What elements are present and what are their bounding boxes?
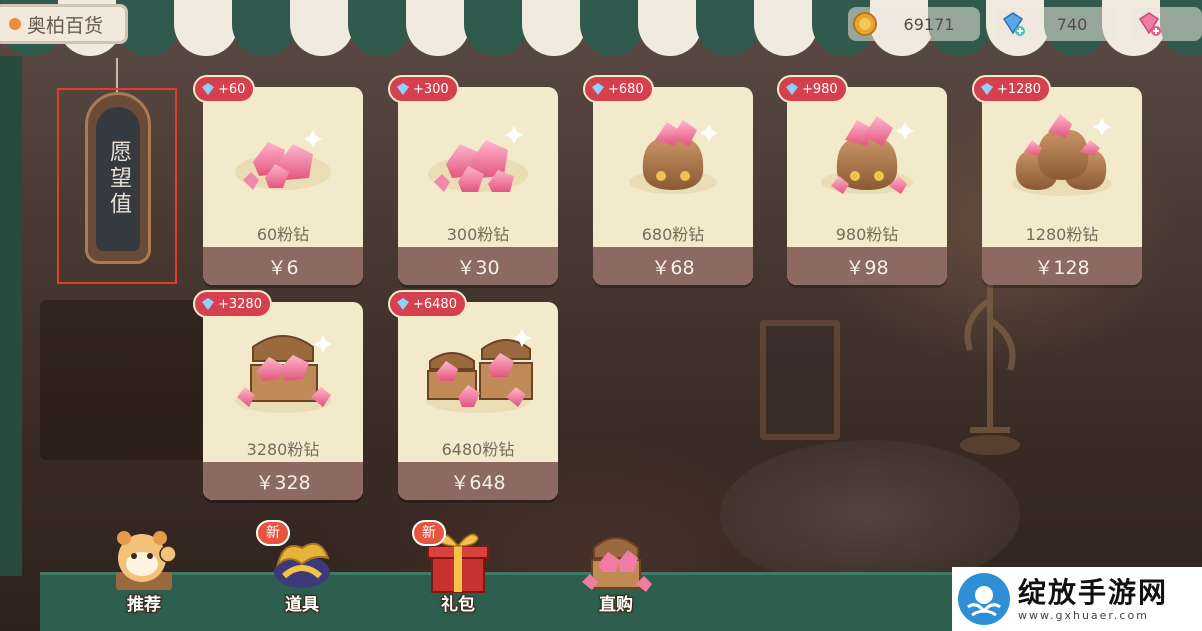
gem-bag-icon [593,87,753,217]
bonus-badge: +1280 [972,75,1051,103]
bonus-amount: +980 [802,81,838,97]
product-card-1280[interactable]: +1280 1280粉钻 ￥128 [972,75,1142,285]
watermark-logo-icon [958,573,1010,625]
price-button[interactable]: ￥128 [982,247,1142,285]
product-card-60[interactable]: +60 60粉钻 ￥6 [193,75,363,285]
product-name: 1280粉钻 [1025,225,1099,244]
bonus-amount: +680 [608,81,644,97]
store-name-tag: 奥柏百货 [0,4,128,44]
gem-chests-icon [398,302,558,432]
product-name: 3280粉钻 [246,440,320,459]
hamster-mascot-icon [104,520,184,600]
site-watermark: 绽放手游网 www.gxhuaer.com [952,567,1202,631]
gem-bag-icon [787,87,947,217]
product-card-3280[interactable]: +3280 3280粉钻 ￥328 [193,290,363,500]
bonus-amount: +60 [218,81,246,97]
product-card-980[interactable]: +980 980粉钻 ￥98 [777,75,947,285]
nav-label: 道具 [285,595,319,615]
bonus-badge: +6480 [388,290,467,318]
gem-pile-icon [203,87,363,217]
gem-pile-icon [398,87,558,217]
price-button[interactable]: ￥68 [593,247,753,285]
new-badge: 新 [412,520,446,546]
wish-value-sign[interactable]: 愿望值 [85,92,151,264]
bonus-badge: +680 [583,75,654,103]
blue-diamond-amount: 740 [1056,14,1088,34]
store-dot-icon [9,18,21,30]
awning-post [0,56,22,576]
blue-gem-icon [202,298,214,310]
blue-diamond-plus-icon[interactable] [1000,11,1026,37]
product-name: 680粉钻 [641,225,705,244]
nav-label: 礼包 [441,595,475,615]
nav-tab-recommend[interactable]: 推荐 [104,520,184,628]
currency-gold[interactable]: 69171 [848,7,980,41]
wish-label: 愿望值 [106,140,131,218]
blue-gem-icon [202,83,214,95]
blue-gem-icon [981,83,993,95]
nav-tab-direct-buy[interactable]: 直购 [576,520,656,628]
blue-gem-icon [786,83,798,95]
product-name: 60粉钻 [256,225,310,244]
product-name: 980粉钻 [835,225,899,244]
shelf-decoration [40,300,210,460]
price-button[interactable]: ￥328 [203,462,363,500]
product-card-680[interactable]: +680 680粉钻 ￥68 [583,75,753,285]
bonus-amount: +300 [413,81,449,97]
currency-blue-diamond[interactable]: 740 [996,7,1118,41]
bonus-badge: +3280 [193,290,272,318]
price-button[interactable]: ￥648 [398,462,558,500]
blue-gem-icon [397,83,409,95]
new-badge: 新 [256,520,290,546]
gold-amount: 69171 [903,14,955,34]
bonus-badge: +980 [777,75,848,103]
bonus-amount: +1280 [997,81,1041,97]
product-name: 300粉钻 [446,225,510,244]
nav-tab-gift-pack[interactable]: 新 礼包 [412,520,498,628]
price-button[interactable]: ￥30 [398,247,558,285]
gem-chest-icon [203,302,363,432]
nav-label: 直购 [599,595,633,615]
bonus-badge: +300 [388,75,459,103]
blue-gem-icon [397,298,409,310]
nav-tab-items[interactable]: 新 道具 [256,520,342,628]
product-card-300[interactable]: +300 300粉钻 ￥30 [388,75,558,285]
product-name: 6480粉钻 [441,440,515,459]
currency-pink-diamond[interactable] [1132,7,1202,41]
product-card-6480[interactable]: +6480 6480粉钻 ￥648 [388,290,558,500]
pink-diamond-plus-icon[interactable] [1136,11,1162,37]
gold-coin-icon [852,11,878,37]
chalkboard-decoration [760,320,840,440]
store-name: 奥柏百货 [27,14,104,37]
wish-sign-board: 愿望值 [96,107,140,251]
watermark-title: 绽放手游网 [1018,575,1169,609]
price-button[interactable]: ￥6 [203,247,363,285]
blue-gem-icon [592,83,604,95]
nav-label: 推荐 [127,595,161,615]
bonus-amount: +3280 [218,296,262,312]
treasure-chest-icon [576,520,656,600]
lamp-stand-decoration [960,260,1020,455]
watermark-url: www.gxhuaer.com [1018,608,1149,622]
gem-bags-icon [982,87,1142,217]
bonus-amount: +6480 [413,296,457,312]
price-button[interactable]: ￥98 [787,247,947,285]
bonus-badge: +60 [193,75,256,103]
